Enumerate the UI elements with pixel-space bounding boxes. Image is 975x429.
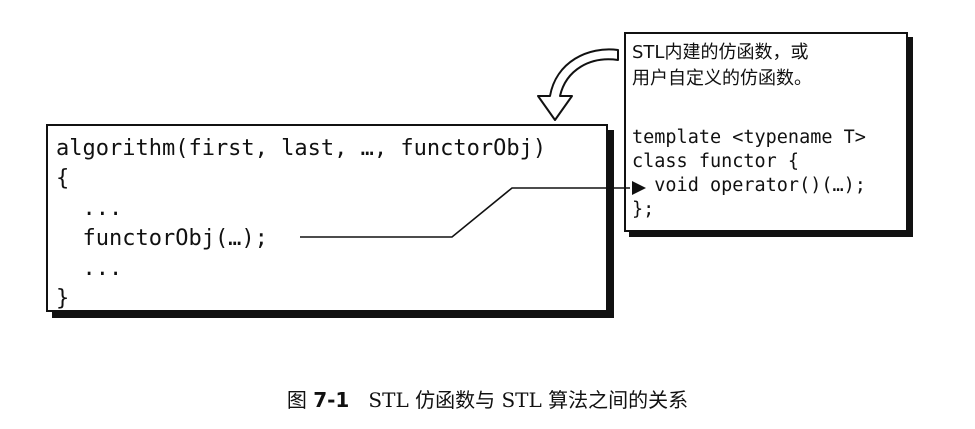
call-arrowhead-icon <box>632 181 646 195</box>
figure-number: 7-1 <box>313 388 350 412</box>
figure-title: STL 仿函数与 STL 算法之间的关系 <box>349 388 689 412</box>
call-connector-line <box>300 187 630 238</box>
figure-caption: 图 7-1 STL 仿函数与 STL 算法之间的关系 <box>0 384 975 413</box>
connector-layer <box>300 48 646 238</box>
figure-label: 图 <box>286 388 314 412</box>
curved-arrow-icon <box>537 48 619 121</box>
